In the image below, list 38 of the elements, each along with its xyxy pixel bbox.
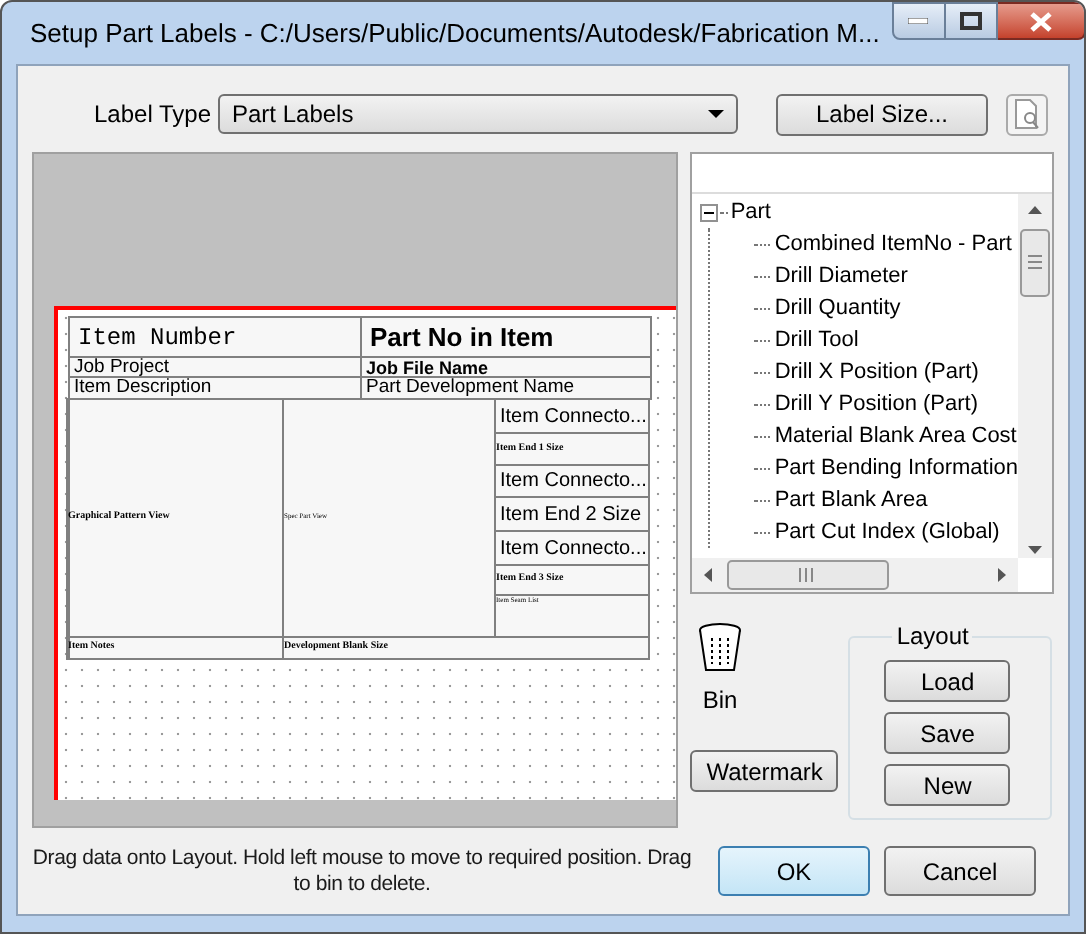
tree-item[interactable]: Part Cut Index (Global): [774, 516, 1000, 548]
tree-item[interactable]: Drill Quantity: [774, 292, 901, 324]
collapse-icon[interactable]: [700, 203, 719, 221]
tree-item[interactable]: Part Blank Area: [774, 484, 928, 516]
watermark-button[interactable]: Watermark: [690, 750, 839, 792]
instruction-text: Drag data onto Layout. Hold left mouse to move to required position. Drag to bin to delete.: [30, 846, 694, 898]
tree-item[interactable]: Drill X Position (Part): [774, 356, 979, 388]
ok-button[interactable]: OK: [718, 846, 870, 896]
layout-button[interactable]: Load: [884, 660, 1011, 702]
tree-item[interactable]: Part Bending Information: [774, 452, 1018, 484]
tree-item[interactable]: Drill Tool: [774, 324, 859, 356]
document-magnifier-icon: [1014, 98, 1040, 130]
maximize-button[interactable]: [945, 2, 998, 40]
minimize-button[interactable]: [891, 2, 946, 40]
label-field[interactable]: Job File Name: [360, 356, 652, 378]
vertical-scrollbar[interactable]: [1018, 194, 1052, 558]
dropdown-arrow-icon: [708, 110, 724, 118]
minimize-icon: [908, 18, 929, 24]
tree-item[interactable]: Part: [730, 196, 771, 228]
label-type-label: Label Type: [94, 98, 213, 132]
close-button[interactable]: [997, 2, 1084, 40]
tree-item[interactable]: Material Blank Area Cost: [774, 420, 1017, 452]
layout-button[interactable]: New: [884, 764, 1011, 806]
close-icon: [1029, 11, 1052, 31]
label-type-dropdown[interactable]: Part Labels: [218, 94, 738, 134]
tree-item[interactable]: Drill Diameter: [774, 260, 908, 292]
bin-label: Bin: [702, 684, 738, 718]
preview-button[interactable]: [1006, 93, 1048, 135]
restore-icon: [959, 12, 982, 30]
layout-group-title: Layout: [894, 620, 971, 654]
layout-button[interactable]: Save: [884, 712, 1011, 754]
window-title: Setup Part Labels - C:/Users/Public/Documents/Autodesk/Fabrication M...: [30, 15, 880, 52]
horizontal-scrollbar[interactable]: [692, 558, 1019, 592]
tree-item[interactable]: Drill Y Position (Part): [774, 388, 978, 420]
trash-bin-icon[interactable]: [698, 622, 743, 674]
label-size-button[interactable]: Label Size...: [776, 93, 988, 135]
cancel-button[interactable]: Cancel: [884, 846, 1036, 896]
tree-item[interactable]: Combined ItemNo - Part: [774, 228, 1012, 260]
